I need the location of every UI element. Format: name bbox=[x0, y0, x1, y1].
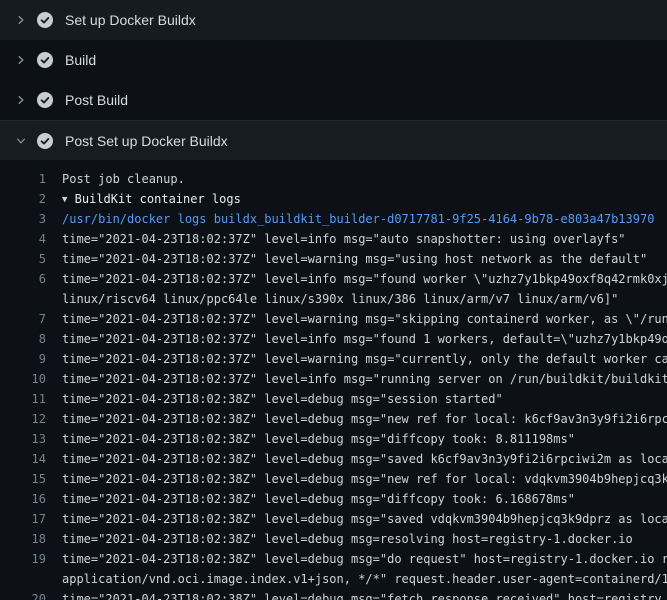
step-label: Build bbox=[65, 52, 96, 68]
log-row: 1 Post job cleanup. bbox=[0, 169, 667, 189]
log-row: 10 time="2021-04-23T18:02:37Z" level=inf… bbox=[0, 369, 667, 389]
log-row: 19 time="2021-04-23T18:02:38Z" level=deb… bbox=[0, 549, 667, 569]
step-label: Post Build bbox=[65, 92, 128, 108]
log-line-text: ▼ BuildKit container logs bbox=[62, 189, 667, 209]
log-line-text: time="2021-04-23T18:02:37Z" level=warnin… bbox=[62, 309, 667, 329]
log-line-number[interactable]: 6 bbox=[0, 269, 46, 289]
log-row: linux/riscv64 linux/ppc64le linux/s390x … bbox=[0, 289, 667, 309]
log-row: 6 time="2021-04-23T18:02:37Z" level=info… bbox=[0, 269, 667, 289]
log-line-text: time="2021-04-23T18:02:37Z" level=warnin… bbox=[62, 249, 667, 269]
log-line-text: time="2021-04-23T18:02:38Z" level=debug … bbox=[62, 409, 667, 429]
log-row: 7 time="2021-04-23T18:02:37Z" level=warn… bbox=[0, 309, 667, 329]
log-line-number[interactable]: 7 bbox=[0, 309, 46, 329]
log-line-number[interactable] bbox=[0, 569, 46, 589]
log-line-text: time="2021-04-23T18:02:38Z" level=debug … bbox=[62, 389, 667, 409]
log-line-number[interactable]: 2 bbox=[0, 189, 46, 209]
log-line-number[interactable]: 3 bbox=[0, 209, 46, 229]
step-header-post-set-up-docker-buildx[interactable]: Post Set up Docker Buildx bbox=[0, 120, 667, 160]
log-row: 20 time="2021-04-23T18:02:38Z" level=deb… bbox=[0, 589, 667, 600]
log-line-number[interactable]: 14 bbox=[0, 449, 46, 469]
log-row: 12 time="2021-04-23T18:02:38Z" level=deb… bbox=[0, 409, 667, 429]
log-line-text: time="2021-04-23T18:02:37Z" level=warnin… bbox=[62, 349, 667, 369]
check-circle-icon bbox=[37, 92, 53, 108]
chevron-right-icon bbox=[13, 52, 29, 68]
log-line-number[interactable]: 9 bbox=[0, 349, 46, 369]
log-line-number[interactable]: 5 bbox=[0, 249, 46, 269]
log-line-number[interactable]: 20 bbox=[0, 589, 46, 600]
log-line-text: time="2021-04-23T18:02:37Z" level=info m… bbox=[62, 329, 667, 349]
log-line-text: time="2021-04-23T18:02:38Z" level=debug … bbox=[62, 469, 667, 489]
log-line-text: time="2021-04-23T18:02:38Z" level=debug … bbox=[62, 589, 667, 600]
log-line-number[interactable]: 8 bbox=[0, 329, 46, 349]
step-label: Post Set up Docker Buildx bbox=[65, 133, 228, 149]
log-line-text: time="2021-04-23T18:02:38Z" level=debug … bbox=[62, 509, 667, 529]
log-line-text: time="2021-04-23T18:02:38Z" level=debug … bbox=[62, 529, 667, 549]
log-line-text: time="2021-04-23T18:02:38Z" level=debug … bbox=[62, 489, 667, 509]
log-line-text: /usr/bin/docker logs buildx_buildkit_bui… bbox=[62, 209, 667, 229]
log-row: 9 time="2021-04-23T18:02:37Z" level=warn… bbox=[0, 349, 667, 369]
log-row: 17 time="2021-04-23T18:02:38Z" level=deb… bbox=[0, 509, 667, 529]
group-toggle-icon[interactable]: ▼ bbox=[62, 190, 67, 209]
chevron-right-icon bbox=[13, 12, 29, 28]
log-line-number[interactable]: 16 bbox=[0, 489, 46, 509]
log-row: 15 time="2021-04-23T18:02:38Z" level=deb… bbox=[0, 469, 667, 489]
log-row: 16 time="2021-04-23T18:02:38Z" level=deb… bbox=[0, 489, 667, 509]
log-line-number[interactable]: 13 bbox=[0, 429, 46, 449]
check-circle-icon bbox=[37, 52, 53, 68]
log-line-text: time="2021-04-23T18:02:38Z" level=debug … bbox=[62, 549, 667, 569]
log-row: 3 /usr/bin/docker logs buildx_buildkit_b… bbox=[0, 209, 667, 229]
check-circle-icon bbox=[37, 133, 53, 149]
steps-list: Set up Docker Buildx Build Post Build Po… bbox=[0, 0, 667, 160]
log-row: 4 time="2021-04-23T18:02:37Z" level=info… bbox=[0, 229, 667, 249]
check-circle-icon bbox=[37, 12, 53, 28]
log-line-text: Post job cleanup. bbox=[62, 169, 667, 189]
log-line-number[interactable]: 19 bbox=[0, 549, 46, 569]
log-row: 5 time="2021-04-23T18:02:37Z" level=warn… bbox=[0, 249, 667, 269]
log-line-number[interactable]: 18 bbox=[0, 529, 46, 549]
log-line-number[interactable]: 4 bbox=[0, 229, 46, 249]
log-line-number[interactable] bbox=[0, 289, 46, 309]
log-line-number[interactable]: 1 bbox=[0, 169, 46, 189]
log-line-number[interactable]: 12 bbox=[0, 409, 46, 429]
step-header-post-build[interactable]: Post Build bbox=[0, 80, 667, 120]
log-line-text: time="2021-04-23T18:02:37Z" level=info m… bbox=[62, 369, 667, 389]
log-row: 14 time="2021-04-23T18:02:38Z" level=deb… bbox=[0, 449, 667, 469]
log-row: 8 time="2021-04-23T18:02:37Z" level=info… bbox=[0, 329, 667, 349]
step-label: Set up Docker Buildx bbox=[65, 12, 196, 28]
log-line-number[interactable]: 15 bbox=[0, 469, 46, 489]
log-line-number[interactable]: 11 bbox=[0, 389, 46, 409]
log-line-number[interactable]: 10 bbox=[0, 369, 46, 389]
log-line-text: application/vnd.oci.image.index.v1+json,… bbox=[62, 569, 667, 589]
log-line-text: time="2021-04-23T18:02:37Z" level=info m… bbox=[62, 229, 667, 249]
log-row: 13 time="2021-04-23T18:02:38Z" level=deb… bbox=[0, 429, 667, 449]
log-row: 11 time="2021-04-23T18:02:38Z" level=deb… bbox=[0, 389, 667, 409]
log-line-text: linux/riscv64 linux/ppc64le linux/s390x … bbox=[62, 289, 667, 309]
step-header-build[interactable]: Build bbox=[0, 40, 667, 80]
log-viewer[interactable]: 1 Post job cleanup. 2 ▼ BuildKit contain… bbox=[0, 160, 667, 600]
chevron-right-icon bbox=[13, 92, 29, 108]
log-line-number[interactable]: 17 bbox=[0, 509, 46, 529]
log-line-text: time="2021-04-23T18:02:38Z" level=debug … bbox=[62, 449, 667, 469]
step-header-set-up-docker-buildx[interactable]: Set up Docker Buildx bbox=[0, 0, 667, 40]
log-row: 18 time="2021-04-23T18:02:38Z" level=deb… bbox=[0, 529, 667, 549]
log-line-text: time="2021-04-23T18:02:38Z" level=debug … bbox=[62, 429, 667, 449]
log-lines: 1 Post job cleanup. 2 ▼ BuildKit contain… bbox=[0, 169, 667, 600]
chevron-down-icon bbox=[13, 133, 29, 149]
log-row: 2 ▼ BuildKit container logs bbox=[0, 189, 667, 209]
log-row: application/vnd.oci.image.index.v1+json,… bbox=[0, 569, 667, 589]
log-line-text: time="2021-04-23T18:02:37Z" level=info m… bbox=[62, 269, 667, 289]
